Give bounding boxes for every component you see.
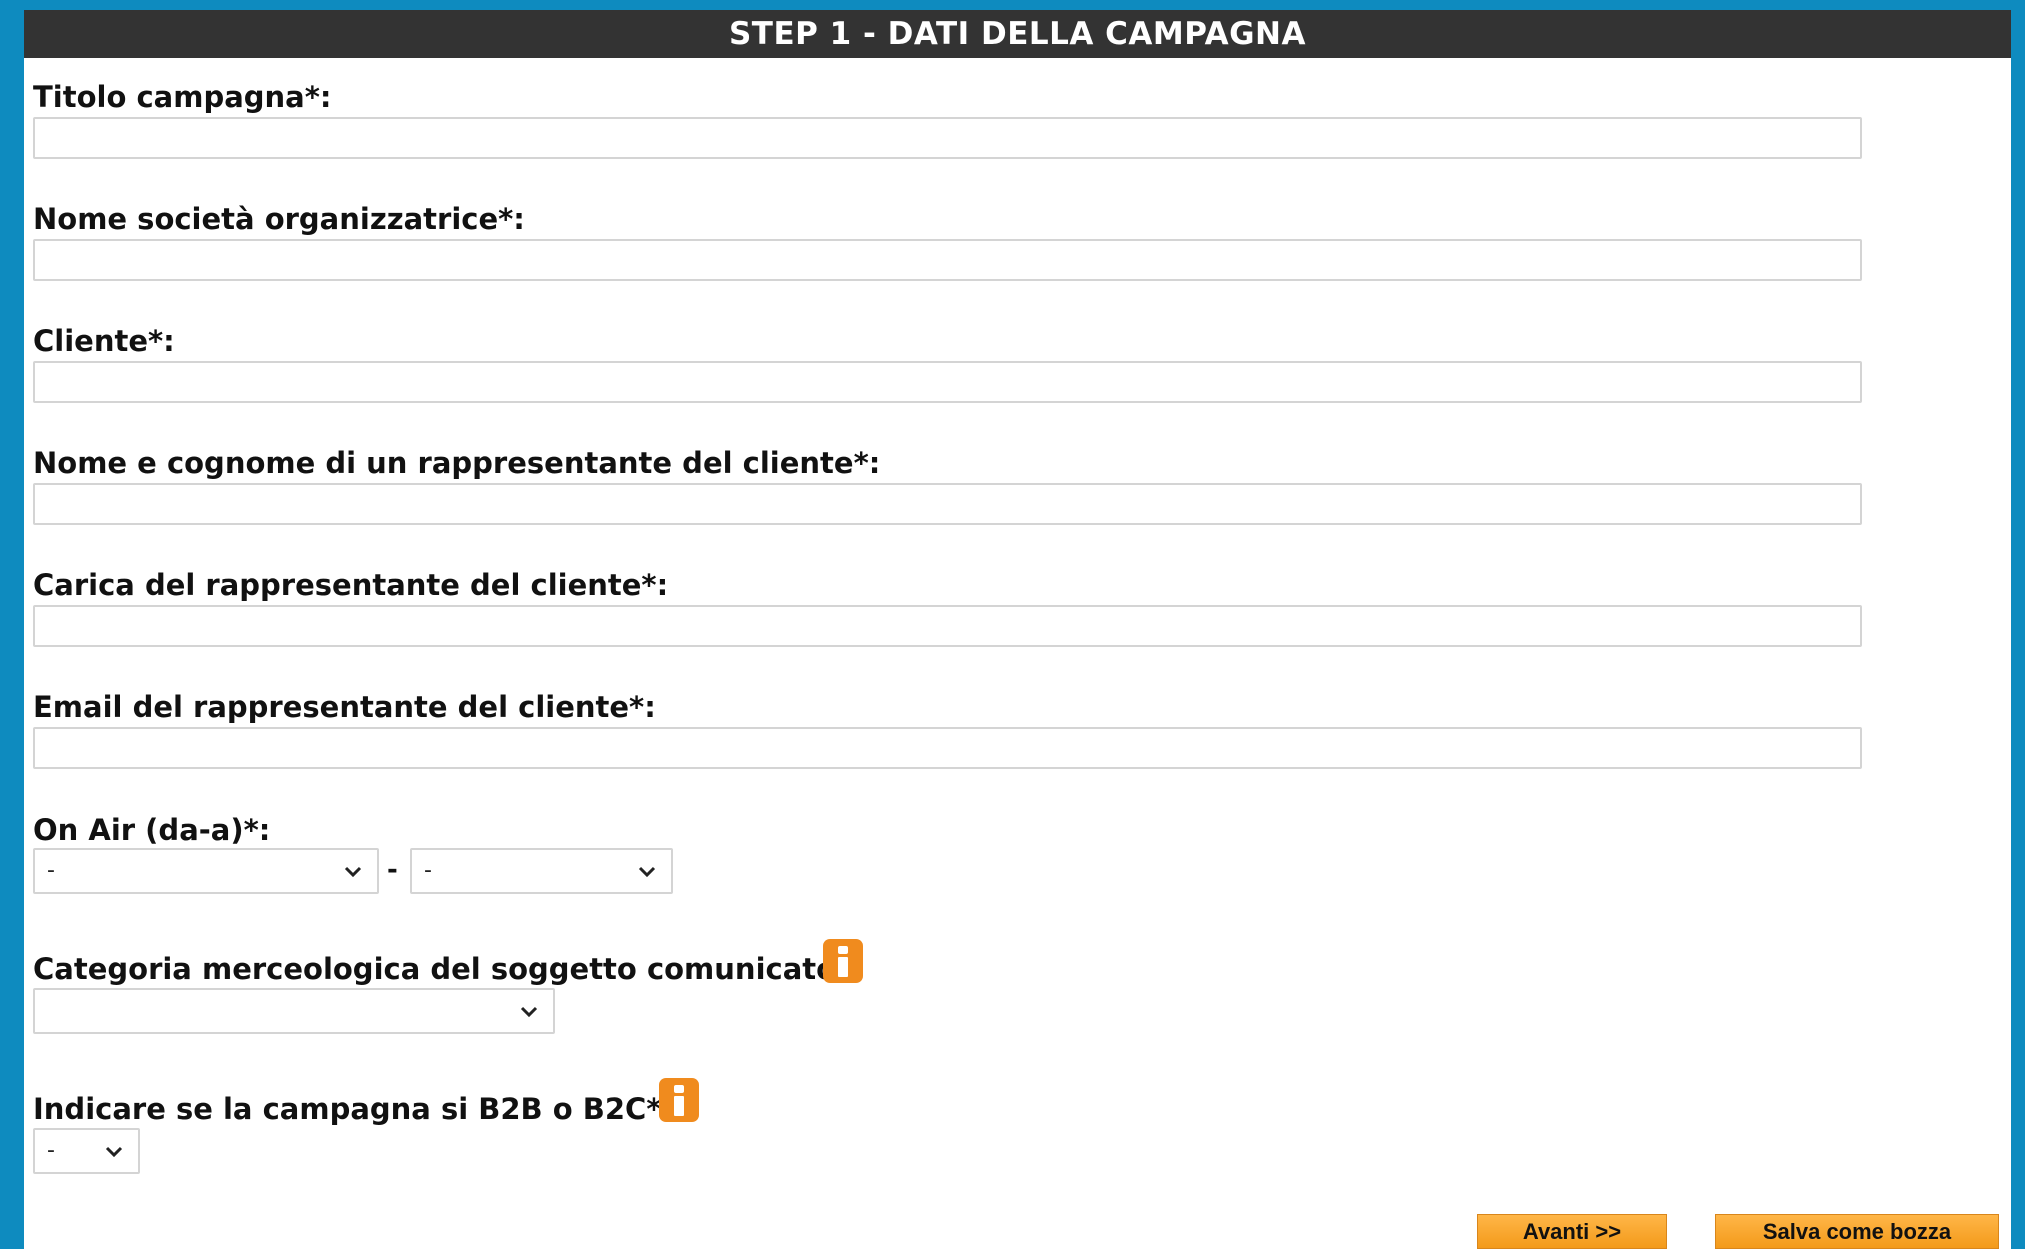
- cliente-input[interactable]: [33, 361, 1862, 403]
- b2b-b2c-value: -: [47, 1138, 55, 1163]
- categoria-label: Categoria merceologica del soggetto comu…: [33, 952, 863, 986]
- email-input[interactable]: [33, 727, 1862, 769]
- on-air-to-select[interactable]: -: [410, 848, 673, 894]
- on-air-from-value: -: [47, 858, 55, 883]
- b2b-b2c-select[interactable]: -: [33, 1128, 140, 1174]
- cliente-label: Cliente*:: [33, 324, 175, 358]
- categoria-info-icon[interactable]: [823, 939, 863, 983]
- titolo-campagna-label: Titolo campagna*:: [33, 80, 332, 114]
- chevron-down-icon: [105, 1146, 123, 1158]
- rappresentante-input[interactable]: [33, 483, 1862, 525]
- nome-societa-input[interactable]: [33, 239, 1862, 281]
- on-air-label: On Air (da-a)*:: [33, 813, 271, 847]
- chevron-down-icon: [638, 866, 656, 878]
- step-header: STEP 1 - DATI DELLA CAMPAGNA: [24, 10, 2011, 58]
- on-air-separator: -: [387, 855, 398, 885]
- carica-input[interactable]: [33, 605, 1862, 647]
- b2b-b2c-label: Indicare se la campagna si B2B o B2C*:: [33, 1092, 674, 1126]
- rappresentante-label: Nome e cognome di un rappresentante del …: [33, 446, 881, 480]
- nome-societa-label: Nome società organizzatrice*:: [33, 202, 525, 236]
- b2b-b2c-info-icon[interactable]: [659, 1078, 699, 1122]
- next-button[interactable]: Avanti >>: [1477, 1214, 1667, 1249]
- carica-label: Carica del rappresentante del cliente*:: [33, 568, 669, 602]
- titolo-campagna-input[interactable]: [33, 117, 1862, 159]
- save-draft-button[interactable]: Salva come bozza: [1715, 1214, 1999, 1249]
- categoria-select[interactable]: [33, 988, 555, 1034]
- chevron-down-icon: [520, 1006, 538, 1018]
- on-air-from-select[interactable]: -: [33, 848, 379, 894]
- chevron-down-icon: [344, 866, 362, 878]
- on-air-to-value: -: [424, 858, 432, 883]
- email-label: Email del rappresentante del cliente*:: [33, 690, 656, 724]
